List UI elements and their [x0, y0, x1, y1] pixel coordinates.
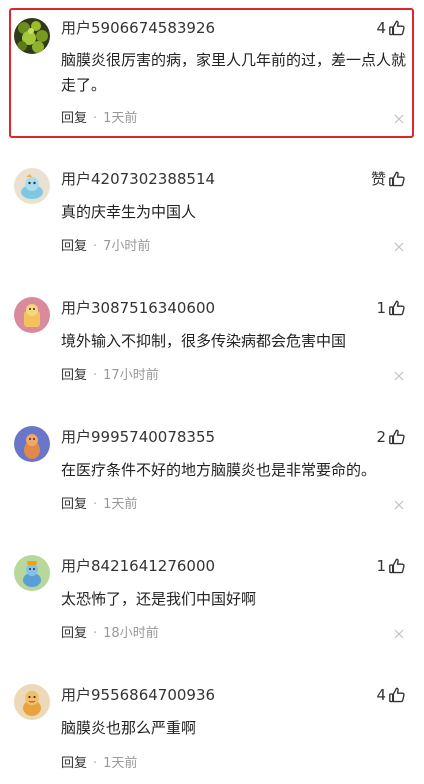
- user-avatar[interactable]: [14, 18, 50, 54]
- comment-text: 脑膜炎很厉害的病，家里人几年前的过，差一点人就走了。: [61, 51, 407, 94]
- timestamp: 18小时前: [103, 626, 159, 641]
- comment-item: 用户9556864700936 4 脑膜炎也那么严重啊 回复 · 1天前: [0, 684, 424, 784]
- thumbs-up-icon: [389, 171, 405, 187]
- user-avatar[interactable]: [14, 297, 50, 333]
- comment-text: 真的庆幸生为中国人: [61, 203, 197, 221]
- user-avatar[interactable]: [14, 684, 50, 720]
- timestamp: 17小时前: [103, 368, 159, 383]
- timestamp: 1天前: [103, 756, 138, 771]
- separator-dot: ·: [93, 111, 98, 126]
- separator-dot: ·: [93, 239, 98, 254]
- reply-button[interactable]: 回复: [61, 367, 87, 385]
- user-avatar[interactable]: [14, 555, 50, 591]
- separator-dot: ·: [93, 497, 98, 512]
- like-count: 4: [376, 19, 386, 37]
- thumbs-up-icon: [389, 687, 405, 703]
- comment-text: 境外输入不抑制，很多传染病都会危害中国: [61, 332, 347, 350]
- comment-text: 脑膜炎也那么严重啊: [61, 719, 197, 737]
- close-icon[interactable]: [394, 371, 404, 381]
- thumbs-up-icon: [389, 20, 405, 36]
- like-button[interactable]: 赞: [371, 168, 406, 190]
- close-icon[interactable]: [394, 500, 404, 510]
- user-avatar[interactable]: [14, 426, 50, 462]
- username[interactable]: 用户5906674583926: [61, 18, 215, 38]
- timestamp: 1天前: [103, 497, 138, 512]
- close-icon[interactable]: [394, 242, 404, 252]
- reply-button[interactable]: 回复: [61, 110, 87, 128]
- comment-meta: 回复 · 1天前: [61, 110, 137, 128]
- reply-button[interactable]: 回复: [61, 625, 87, 643]
- comment-meta: 回复 · 17小时前: [61, 367, 159, 385]
- like-button[interactable]: 4: [376, 17, 406, 39]
- reply-button[interactable]: 回复: [61, 496, 87, 514]
- like-count: 2: [376, 428, 386, 446]
- comment-item: 用户5906674583926 4 脑膜炎很厉害的病，家里人几年前的过，差一点人…: [0, 0, 424, 140]
- reply-button[interactable]: 回复: [61, 238, 87, 256]
- thumbs-up-icon: [389, 300, 405, 316]
- thumbs-up-icon: [389, 429, 405, 445]
- comment-item: 用户3087516340600 1 境外输入不抑制，很多传染病都会危害中国 回复…: [0, 297, 424, 397]
- close-icon[interactable]: [394, 629, 404, 639]
- username[interactable]: 用户9995740078355: [61, 427, 215, 447]
- like-count: 1: [376, 557, 386, 575]
- username[interactable]: 用户3087516340600: [61, 298, 215, 318]
- like-count: 4: [376, 686, 386, 704]
- comment-list: 用户5906674583926 4 脑膜炎很厉害的病，家里人几年前的过，差一点人…: [0, 0, 424, 784]
- comment-item: 用户8421641276000 1 太恐怖了，还是我们中国好啊 回复 · 18小…: [0, 555, 424, 655]
- comment-meta: 回复 · 1天前: [61, 755, 137, 773]
- like-count: 1: [376, 299, 386, 317]
- comment-meta: 回复 · 7小时前: [61, 238, 150, 256]
- user-avatar[interactable]: [14, 168, 50, 204]
- thumbs-up-icon: [389, 558, 405, 574]
- comment-meta: 回复 · 18小时前: [61, 625, 159, 643]
- separator-dot: ·: [93, 626, 98, 641]
- separator-dot: ·: [93, 368, 98, 383]
- close-icon[interactable]: [394, 114, 404, 124]
- like-count: 赞: [370, 170, 386, 188]
- comment-text: 太恐怖了，还是我们中国好啊: [61, 590, 257, 608]
- timestamp: 1天前: [103, 111, 138, 126]
- comment-meta: 回复 · 1天前: [61, 496, 137, 514]
- like-button[interactable]: 4: [376, 684, 406, 706]
- comment-item: 用户4207302388514 赞 真的庆幸生为中国人 回复 · 7小时前: [0, 168, 424, 268]
- like-button[interactable]: 2: [376, 426, 406, 448]
- like-button[interactable]: 1: [376, 297, 406, 319]
- reply-button[interactable]: 回复: [61, 755, 87, 773]
- comment-text: 在医疗条件不好的地方脑膜炎也是非常要命的。: [61, 461, 377, 479]
- like-button[interactable]: 1: [376, 555, 406, 577]
- comment-item: 用户9995740078355 2 在医疗条件不好的地方脑膜炎也是非常要命的。 …: [0, 426, 424, 526]
- separator-dot: ·: [93, 756, 98, 771]
- username[interactable]: 用户4207302388514: [61, 169, 215, 189]
- username[interactable]: 用户9556864700936: [61, 685, 215, 705]
- username[interactable]: 用户8421641276000: [61, 556, 215, 576]
- timestamp: 7小时前: [103, 239, 151, 254]
